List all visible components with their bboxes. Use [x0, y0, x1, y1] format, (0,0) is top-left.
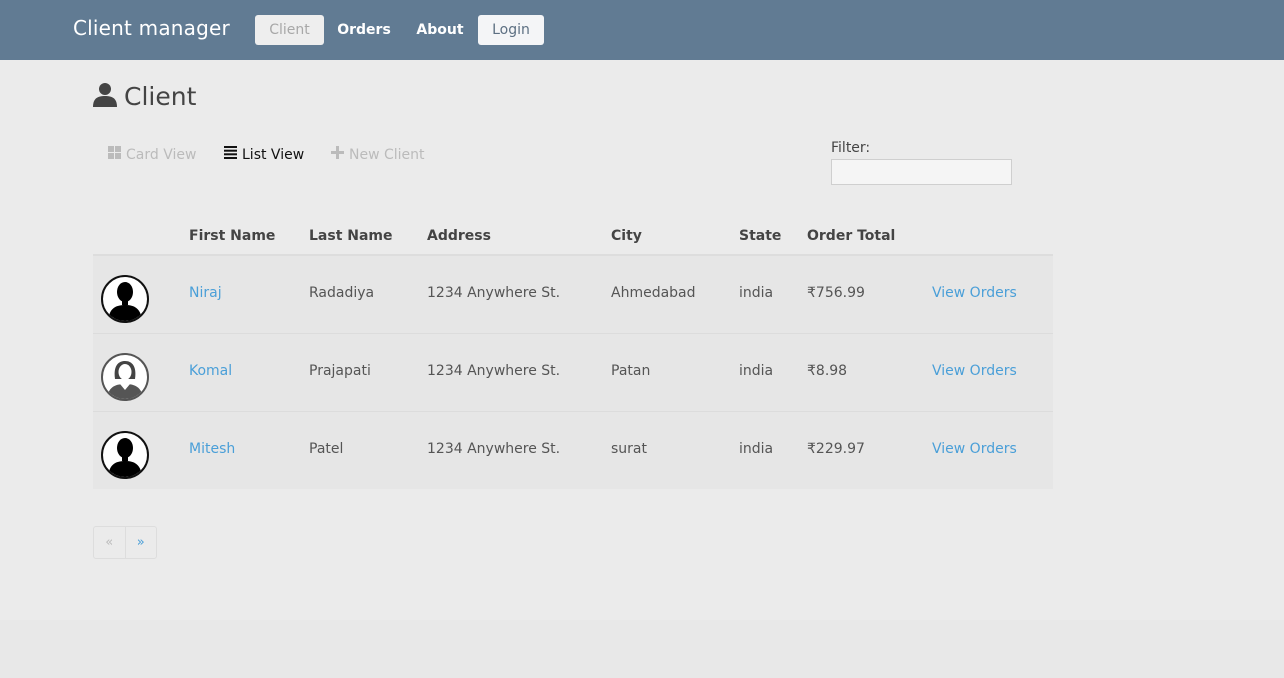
header-address[interactable]: Address [427, 228, 491, 244]
filter-label: Filter: [831, 140, 871, 156]
city: surat [611, 441, 647, 457]
address: 1234 Anywhere St. [427, 285, 561, 301]
pagination: « » [93, 526, 157, 559]
male-avatar-icon [101, 431, 149, 479]
address: 1234 Anywhere St. [427, 441, 561, 457]
order-total: ₹8.98 [807, 363, 848, 379]
header-last-name[interactable]: Last Name [309, 228, 393, 244]
nav-orders[interactable]: Orders [330, 15, 398, 45]
order-total: ₹756.99 [807, 285, 865, 301]
female-avatar-icon [101, 353, 149, 401]
pagination-next-button[interactable]: » [126, 527, 157, 558]
card-view-label: Card View [126, 147, 197, 163]
table-row: Mitesh Patel 1234 Anywhere St. surat ind… [93, 411, 1053, 489]
navbar: Client manager Client Orders About Login [0, 0, 1284, 60]
page-title: Client [92, 78, 196, 114]
table-row: Komal Prajapati 1234 Anywhere St. Patan … [93, 333, 1053, 411]
footer [0, 620, 1284, 678]
first-name-link[interactable]: Mitesh [189, 441, 235, 457]
list-view-label: List View [242, 147, 305, 163]
nav-login[interactable]: Login [478, 15, 544, 45]
plus-icon [331, 145, 344, 165]
table-header: First Name Last Name Address City State … [93, 219, 1053, 256]
order-total: ₹229.97 [807, 441, 865, 457]
brand-title[interactable]: Client manager [73, 16, 230, 40]
address: 1234 Anywhere St. [427, 363, 561, 379]
table-row: Niraj Radadiya 1234 Anywhere St. Ahmedab… [93, 256, 1053, 333]
clients-table: First Name Last Name Address City State … [93, 219, 1053, 489]
nav-client[interactable]: Client [255, 15, 324, 45]
last-name: Patel [309, 441, 344, 457]
header-order-total[interactable]: Order Total [807, 228, 895, 244]
new-client-button[interactable]: New Client [331, 145, 425, 165]
first-name-link[interactable]: Komal [189, 363, 232, 379]
list-icon [224, 145, 237, 165]
card-view-button[interactable]: Card View [108, 145, 196, 165]
header-first-name[interactable]: First Name [189, 228, 275, 244]
view-orders-link[interactable]: View Orders [932, 285, 1017, 301]
pagination-prev-button[interactable]: « [94, 527, 126, 558]
new-client-label: New Client [349, 147, 425, 163]
first-name-link[interactable]: Niraj [189, 285, 222, 301]
last-name: Radadiya [309, 285, 375, 301]
nav-about[interactable]: About [408, 15, 472, 45]
state: india [739, 285, 774, 301]
grid-icon [108, 145, 121, 165]
list-view-button[interactable]: List View [224, 145, 304, 165]
city: Ahmedabad [611, 285, 696, 301]
view-orders-link[interactable]: View Orders [932, 363, 1017, 379]
page-title-text: Client [124, 81, 197, 111]
state: india [739, 363, 774, 379]
city: Patan [611, 363, 651, 379]
user-icon [92, 81, 118, 111]
state: india [739, 441, 774, 457]
header-state[interactable]: State [739, 228, 781, 244]
last-name: Prajapati [309, 363, 371, 379]
filter-input[interactable] [831, 159, 1012, 185]
view-orders-link[interactable]: View Orders [932, 441, 1017, 457]
header-city[interactable]: City [611, 228, 642, 244]
male-avatar-icon [101, 275, 149, 323]
